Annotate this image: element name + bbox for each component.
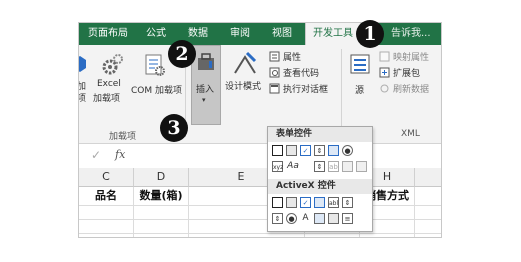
expansion-packs-icon: [379, 67, 390, 78]
column-header-filler: [415, 168, 441, 187]
checkbox-control-icon[interactable]: ✓: [300, 145, 311, 156]
design-mode-button[interactable]: 设计模式: [225, 49, 265, 107]
ax-checkbox-control-icon[interactable]: ✓: [300, 197, 311, 208]
ax-scroll-bar-control-icon[interactable]: ⇕: [342, 197, 353, 208]
gear-icon: [102, 54, 123, 75]
column-header-d[interactable]: D: [134, 168, 189, 187]
properties-button[interactable]: 属性: [269, 50, 329, 63]
column-gridline: [414, 187, 415, 237]
label-control-icon[interactable]: Aa: [286, 161, 300, 172]
view-code-icon: [269, 67, 280, 78]
cell-c1[interactable]: 品名: [79, 187, 133, 205]
column-header-c[interactable]: C: [79, 168, 134, 187]
tab-formulas[interactable]: 公式: [137, 23, 175, 45]
map-properties-label: 映射属性: [393, 53, 430, 63]
map-properties-button[interactable]: 映射属性: [379, 50, 441, 63]
activex-controls-header: ActiveX 控件: [268, 179, 372, 194]
group-box-control-icon[interactable]: xyz: [272, 161, 283, 172]
ax-toggle-button-control-icon[interactable]: [328, 213, 339, 224]
spin-button-control-icon[interactable]: ⇕: [314, 145, 325, 156]
tab-review[interactable]: 审阅: [221, 23, 259, 45]
view-code-button[interactable]: 查看代码: [269, 66, 331, 79]
tell-me-box[interactable]: 告诉我...: [391, 23, 431, 45]
refresh-data-label: 刷新数据: [393, 85, 430, 95]
refresh-icon: [380, 84, 389, 93]
ax-option-button-control-icon[interactable]: ●: [286, 213, 297, 224]
ribbon-tab-bar: 页面布局 公式 数据 审阅 视图 开发工具 告诉我...: [79, 23, 441, 45]
tab-page-layout[interactable]: 页面布局: [79, 23, 137, 45]
com-addins-label: COM 加载项: [131, 86, 182, 96]
option-button-control-icon[interactable]: ●: [342, 145, 353, 156]
ax-label-control-icon[interactable]: A: [300, 213, 311, 224]
map-properties-icon: [379, 51, 390, 62]
column-gridline: [188, 187, 189, 237]
excel-window: 页面布局 公式 数据 审阅 视图 开发工具 告诉我... 加 项 Excel 加…: [78, 22, 442, 238]
insert-label: 插入: [196, 85, 215, 95]
ax-list-box-control-icon[interactable]: [314, 197, 325, 208]
tab-developer[interactable]: 开发工具: [305, 23, 361, 45]
toolbox-icon: [198, 53, 214, 70]
design-mode-icon: [234, 51, 257, 74]
formula-bar: ✓ fx: [79, 144, 441, 169]
com-addins-icon: [145, 54, 165, 76]
run-dialog-icon: [269, 83, 280, 94]
callout-badge-2: 2: [168, 40, 196, 68]
ax-text-box-control-icon[interactable]: abl: [328, 197, 339, 208]
button-control-icon[interactable]: [272, 145, 283, 156]
combo-box-control-icon[interactable]: [286, 145, 297, 156]
design-mode-label: 设计模式: [225, 82, 262, 92]
combo-list-edit-control-icon[interactable]: [342, 161, 353, 172]
callout-badge-1: 1: [356, 20, 384, 48]
text-field-control-icon[interactable]: ab: [328, 161, 339, 172]
ax-more-controls-icon[interactable]: ≡: [342, 213, 353, 224]
dropdown-caret-icon: ▾: [202, 96, 206, 104]
addin-hexagon-icon: [79, 56, 86, 72]
cut-label-2: 项: [79, 91, 86, 104]
insert-controls-dropdown: 表单控件 ✓ ⇕ ● xyz Aa ⇕ ab ActiveX 控件 ✓ abl …: [267, 126, 373, 232]
group-divider: [341, 49, 342, 137]
excel-addins-button[interactable]: Excel 加载项: [93, 49, 129, 107]
view-code-label: 查看代码: [283, 69, 320, 79]
confirm-icon[interactable]: ✓: [91, 148, 101, 162]
expansion-packs-label: 扩展包: [393, 69, 421, 79]
excel-addins-label-line1: Excel: [97, 79, 121, 89]
cell-d1[interactable]: 数量(箱): [134, 187, 188, 205]
form-controls-header: 表单控件: [268, 127, 372, 142]
excel-addins-label-line2: 加载项: [93, 94, 121, 104]
callout-badge-3: 3: [160, 114, 188, 142]
fx-button[interactable]: fx: [115, 148, 125, 161]
refresh-data-button[interactable]: 刷新数据: [379, 82, 441, 95]
ax-spin-button-control-icon[interactable]: ⇕: [272, 213, 283, 224]
ax-button-control-icon[interactable]: [272, 197, 283, 208]
properties-label: 属性: [283, 53, 302, 63]
addins-group-label: 加载项: [109, 132, 137, 142]
xml-group-label: XML: [401, 129, 420, 139]
run-dialog-label: 执行对话框: [283, 85, 329, 95]
expansion-packs-button[interactable]: 扩展包: [379, 66, 441, 79]
xml-source-label: 源: [355, 86, 365, 96]
scroll-bar-control-icon[interactable]: ⇕: [314, 161, 325, 172]
list-box-control-icon[interactable]: [328, 145, 339, 156]
run-dialog-button[interactable]: 执行对话框: [269, 82, 335, 95]
xml-source-button[interactable]: 源: [347, 49, 373, 107]
properties-icon: [269, 51, 280, 62]
xml-source-icon: [350, 54, 370, 74]
ax-combo-box-control-icon[interactable]: [286, 197, 297, 208]
ax-image-control-icon[interactable]: [314, 213, 325, 224]
combo-dropdown-edit-control-icon[interactable]: [356, 161, 367, 172]
developer-ribbon: 加 项 Excel 加载项 COM 加载项 加载项: [79, 45, 441, 144]
tab-view[interactable]: 视图: [263, 23, 301, 45]
